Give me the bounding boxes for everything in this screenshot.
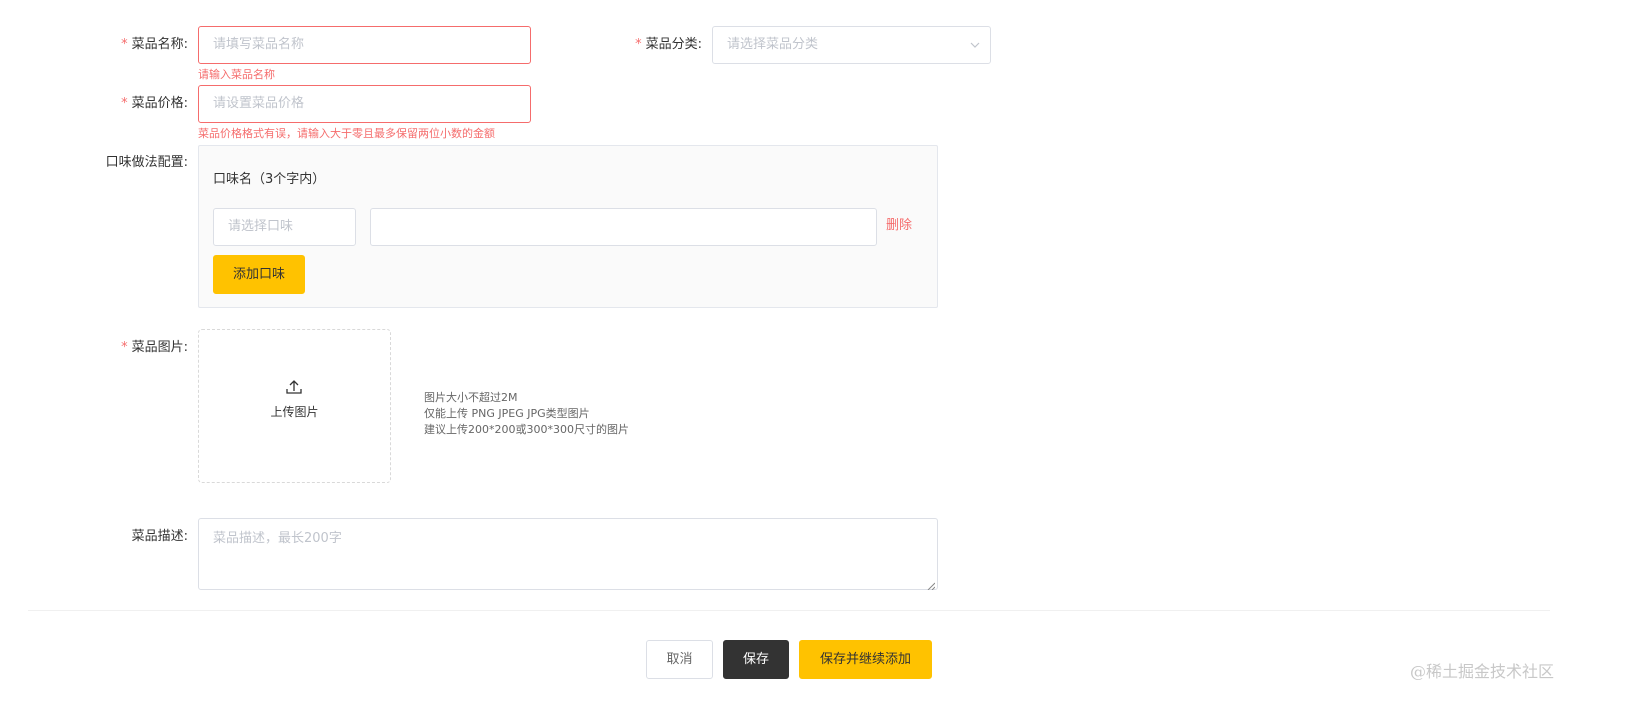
upload-image-label: 上传图片 bbox=[270, 405, 319, 419]
image-hint-size: 图片大小不超过2M bbox=[424, 391, 518, 404]
dish-price-input[interactable]: 请设置菜品价格 bbox=[198, 85, 531, 123]
delete-flavor-link[interactable]: 删除 bbox=[886, 216, 912, 236]
dish-name-label: * 菜品名称: bbox=[121, 37, 188, 52]
save-and-continue-button[interactable]: 保存并继续添加 bbox=[799, 640, 932, 679]
dish-name-input[interactable]: 请填写菜品名称 bbox=[198, 26, 531, 64]
save-button[interactable]: 保存 bbox=[723, 640, 789, 679]
dish-name-error: 请输入菜品名称 bbox=[198, 68, 275, 81]
required-mark: * bbox=[121, 37, 128, 52]
required-mark: * bbox=[121, 340, 128, 355]
flavor-config-label: 口味做法配置: bbox=[105, 155, 188, 170]
dish-image-label: * 菜品图片: bbox=[121, 340, 188, 355]
cancel-button[interactable]: 取消 bbox=[646, 640, 713, 679]
add-flavor-button[interactable]: 添加口味 bbox=[213, 255, 305, 294]
watermark: @稀土掘金技术社区 bbox=[1410, 662, 1555, 681]
image-upload-area[interactable]: 上传图片 bbox=[198, 329, 391, 483]
dish-description-textarea[interactable]: 菜品描述，最长200字 bbox=[198, 518, 938, 591]
required-mark: * bbox=[635, 37, 642, 52]
image-hint-types: 仅能上传 PNG JPEG JPG类型图片 bbox=[424, 407, 590, 420]
upload-icon bbox=[285, 378, 303, 396]
dish-price-error: 菜品价格格式有误，请输入大于零且最多保留两位小数的金额 bbox=[198, 127, 495, 140]
dish-category-label: * 菜品分类: bbox=[635, 37, 702, 52]
chevron-down-icon bbox=[970, 40, 980, 50]
resize-grip-icon[interactable] bbox=[927, 579, 936, 591]
flavor-config-panel: 口味名（3个字内） 请选择口味 添加口味 bbox=[198, 145, 938, 308]
flavor-select-input[interactable]: 请选择口味 bbox=[213, 208, 356, 246]
dish-description-label: 菜品描述: bbox=[131, 529, 188, 544]
dish-price-label: * 菜品价格: bbox=[121, 96, 188, 111]
dish-category-select[interactable]: 请选择菜品分类 bbox=[712, 26, 991, 64]
flavor-values-input[interactable] bbox=[370, 208, 877, 246]
footer-divider bbox=[28, 610, 1550, 611]
image-hint-dimensions: 建议上传200*200或300*300尺寸的图片 bbox=[424, 423, 629, 436]
flavor-name-header: 口味名（3个字内） bbox=[213, 172, 326, 187]
required-mark: * bbox=[121, 96, 128, 111]
